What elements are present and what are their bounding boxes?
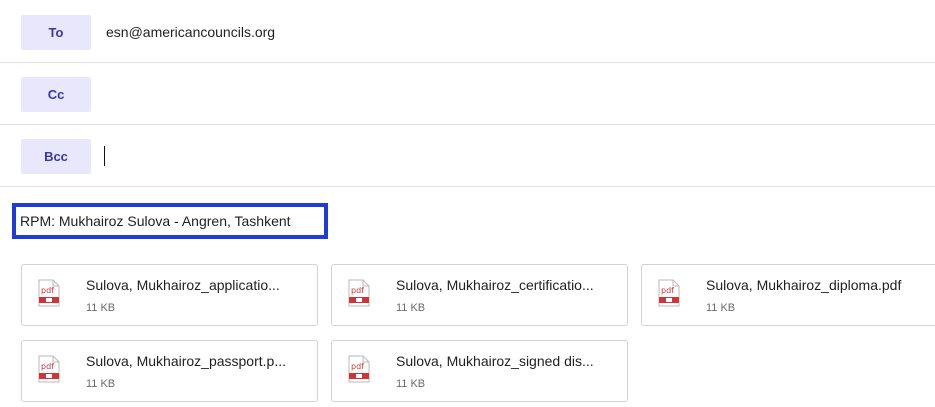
attachment-name: Sulova, Mukhairoz_certificatio... <box>396 277 594 293</box>
pdf-icon: pdf <box>658 279 680 307</box>
bcc-button[interactable]: Bcc <box>21 139 91 174</box>
attachment-name: Sulova, Mukhairoz_passport.p... <box>86 353 286 369</box>
text-cursor <box>104 146 105 166</box>
attachment-size: 11 KB <box>396 302 426 314</box>
subject-text: RPM: Mukhairoz Sulova - Angren, Tashkent <box>20 213 291 229</box>
bcc-row: Bcc <box>0 125 935 187</box>
pdf-icon: pdf <box>348 279 370 307</box>
pdf-icon: pdf <box>38 279 60 307</box>
attachment-card[interactable]: pdf Sulova, Mukhairoz_certificatio... 11… <box>331 264 628 326</box>
pdf-icon-label: pdf <box>351 286 364 295</box>
pdf-icon-label: pdf <box>351 362 364 371</box>
attachment-card[interactable]: pdf Sulova, Mukhairoz_diploma.pdf 11 KB <box>641 264 935 326</box>
attachment-size: 11 KB <box>396 378 426 390</box>
pdf-icon-label: pdf <box>661 286 674 295</box>
attachment-size: 11 KB <box>86 378 116 390</box>
attachment-name: Sulova, Mukhairoz_signed dis... <box>396 353 594 369</box>
to-button[interactable]: To <box>21 15 91 50</box>
to-recipient[interactable]: esn@americancouncils.org <box>106 24 275 40</box>
cc-button[interactable]: Cc <box>21 77 91 112</box>
attachment-name: Sulova, Mukhairoz_applicatio... <box>86 277 280 293</box>
attachment-card[interactable]: pdf Sulova, Mukhairoz_applicatio... 11 K… <box>21 264 318 326</box>
attachment-name: Sulova, Mukhairoz_diploma.pdf <box>706 277 902 293</box>
subject-field[interactable]: RPM: Mukhairoz Sulova - Angren, Tashkent <box>12 203 328 239</box>
attachment-card[interactable]: pdf Sulova, Mukhairoz_passport.p... 11 K… <box>21 340 318 402</box>
attachments-list: pdf Sulova, Mukhairoz_applicatio... 11 K… <box>21 264 935 404</box>
pdf-icon-label: pdf <box>41 286 54 295</box>
pdf-icon: pdf <box>38 355 60 383</box>
cc-row: Cc <box>0 63 935 125</box>
attachment-size: 11 KB <box>706 302 736 314</box>
attachment-size: 11 KB <box>86 302 116 314</box>
to-row: To esn@americancouncils.org <box>0 1 935 63</box>
pdf-icon-label: pdf <box>41 362 54 371</box>
attachment-card[interactable]: pdf Sulova, Mukhairoz_signed dis... 11 K… <box>331 340 628 402</box>
pdf-icon: pdf <box>348 355 370 383</box>
